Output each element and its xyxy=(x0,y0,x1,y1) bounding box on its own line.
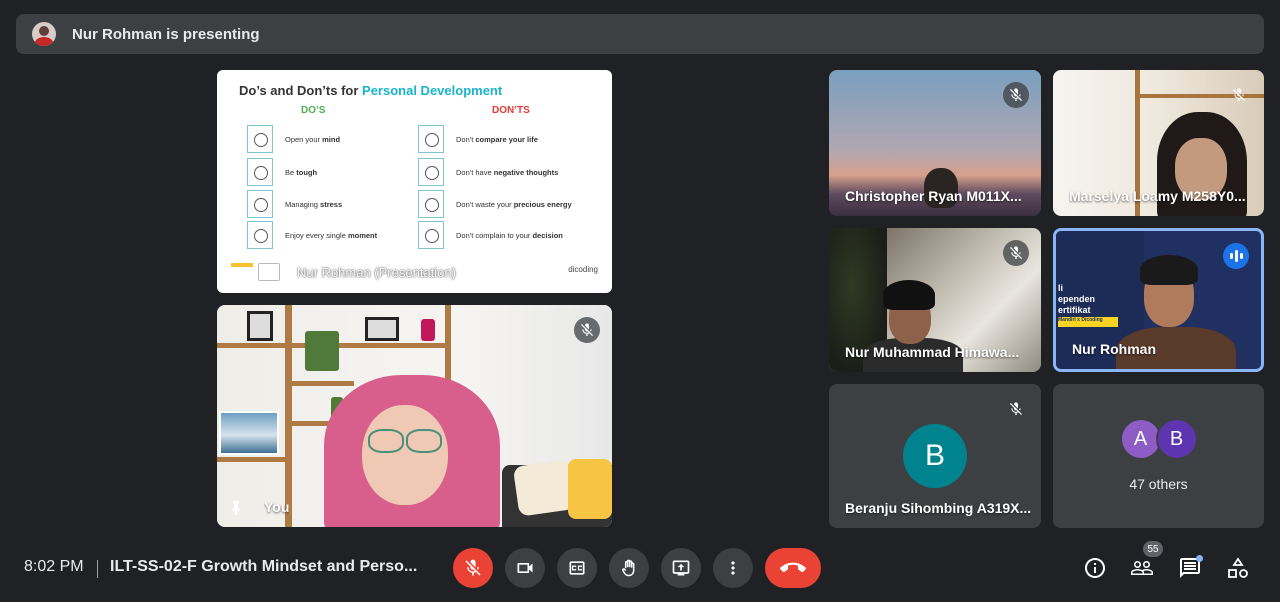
raise-hand-icon xyxy=(622,559,635,577)
info-icon xyxy=(1085,558,1105,578)
slide-do-item: Open your mind xyxy=(247,125,417,153)
people-icon xyxy=(1131,561,1153,575)
captions-button[interactable] xyxy=(557,548,597,588)
mic-off-icon xyxy=(1003,240,1029,266)
slide-do-item: Enjoy every single moment xyxy=(247,221,417,249)
present-screen-icon xyxy=(258,263,280,281)
others-avatars: A B xyxy=(1053,418,1264,460)
meeting-details-button[interactable] xyxy=(1081,554,1109,582)
mic-off-icon xyxy=(574,317,600,343)
others-count-label: 47 others xyxy=(1129,476,1188,492)
videocam-icon xyxy=(517,563,533,573)
mic-off-icon xyxy=(1003,82,1029,108)
more-options-button[interactable] xyxy=(713,548,753,588)
self-video-tile[interactable]: You xyxy=(217,305,612,527)
leave-call-button[interactable] xyxy=(765,548,821,588)
enjoy-icon xyxy=(247,221,273,249)
avatar: B xyxy=(903,424,967,488)
clock: 8:02 PM xyxy=(24,558,84,575)
participant-name: Christopher Ryan M011X... xyxy=(845,188,1022,204)
presentation-tile[interactable]: Do’s and Don’ts for Personal Development… xyxy=(217,70,612,293)
slide-dont-item: Don't waste your precious energy xyxy=(418,190,588,218)
participant-tile-christopher[interactable]: Christopher Ryan M011X... xyxy=(829,70,1041,216)
slide-do-item: Be tough xyxy=(247,158,417,186)
pin-icon xyxy=(232,501,240,515)
chat-notification-dot xyxy=(1196,555,1203,562)
speaking-indicator-icon xyxy=(1223,243,1249,269)
slide-title-highlight: Personal Development xyxy=(362,83,503,98)
slide-dont-item: Don't complain to your decision xyxy=(418,221,588,249)
slide-do-item: Managing stress xyxy=(247,190,417,218)
participant-tile-marselya[interactable]: Marselya Loamy M258Y0... xyxy=(1053,70,1264,216)
presenting-banner: Nur Rohman is presenting xyxy=(16,14,1264,54)
activities-button[interactable] xyxy=(1224,554,1252,582)
participants-count-badge: 55 xyxy=(1143,541,1163,557)
participant-name: Beranju Sihombing A319X... xyxy=(845,500,1032,516)
divider xyxy=(97,560,98,578)
slide-dont-item: Don't have negative thoughts xyxy=(418,158,588,186)
stress-icon xyxy=(247,190,273,218)
participant-tile-nur-muhammad[interactable]: Nur Muhammad Himawa... xyxy=(829,228,1041,372)
presenter-avatar xyxy=(32,22,56,46)
activities-icon xyxy=(1228,557,1248,578)
participant-tile-nur-rohman[interactable]: li ependen ertifikat Mandiri x Dicoding … xyxy=(1053,228,1264,372)
camera-toggle-button[interactable] xyxy=(505,548,545,588)
participant-name: Nur Muhammad Himawa... xyxy=(845,344,1020,360)
meeting-title[interactable]: ILT-SS-02-F Growth Mindset and Perso... xyxy=(110,558,417,576)
call-end-icon xyxy=(780,562,806,573)
muscle-icon xyxy=(247,158,273,186)
mic-off-icon xyxy=(1226,82,1252,108)
participant-name: You xyxy=(264,499,290,515)
event-logo xyxy=(231,261,261,281)
participant-name: Nur Rohman xyxy=(1072,341,1156,357)
raise-hand-button[interactable] xyxy=(609,548,649,588)
slide-dont-item: Don't compare your life xyxy=(418,125,588,153)
control-bar: 8:02 PM ILT-SS-02-F Growth Mindset and P… xyxy=(0,540,1280,602)
more-vert-icon xyxy=(731,561,735,575)
mic-off-icon xyxy=(465,559,481,576)
mic-toggle-button[interactable] xyxy=(453,548,493,588)
present-screen-icon xyxy=(672,560,690,576)
negative-thought-icon xyxy=(418,158,444,186)
slide-title: Do’s and Don’ts for Personal Development xyxy=(239,83,503,98)
scales-icon xyxy=(418,125,444,153)
energy-icon xyxy=(418,190,444,218)
presentation-label: Nur Rohman (Presentation) xyxy=(297,265,456,280)
mic-off-icon xyxy=(1003,396,1029,422)
participant-name: Marselya Loamy M258Y0... xyxy=(1069,188,1246,204)
presenting-text: Nur Rohman is presenting xyxy=(72,25,260,43)
avatar: B xyxy=(1155,418,1198,460)
present-now-button[interactable] xyxy=(661,548,701,588)
complain-icon xyxy=(418,221,444,249)
closed-captions-icon xyxy=(569,561,585,575)
mind-icon xyxy=(247,125,273,153)
people-button[interactable] xyxy=(1128,554,1156,582)
participant-tile-beranju[interactable]: B Beranju Sihombing A319X... xyxy=(829,384,1041,528)
others-tile[interactable]: A B 47 others xyxy=(1053,384,1264,528)
dicoding-logo: dicoding xyxy=(568,265,598,274)
slide-dos-header: DO’S xyxy=(301,105,326,116)
slide-donts-header: DON’TS xyxy=(492,105,530,116)
